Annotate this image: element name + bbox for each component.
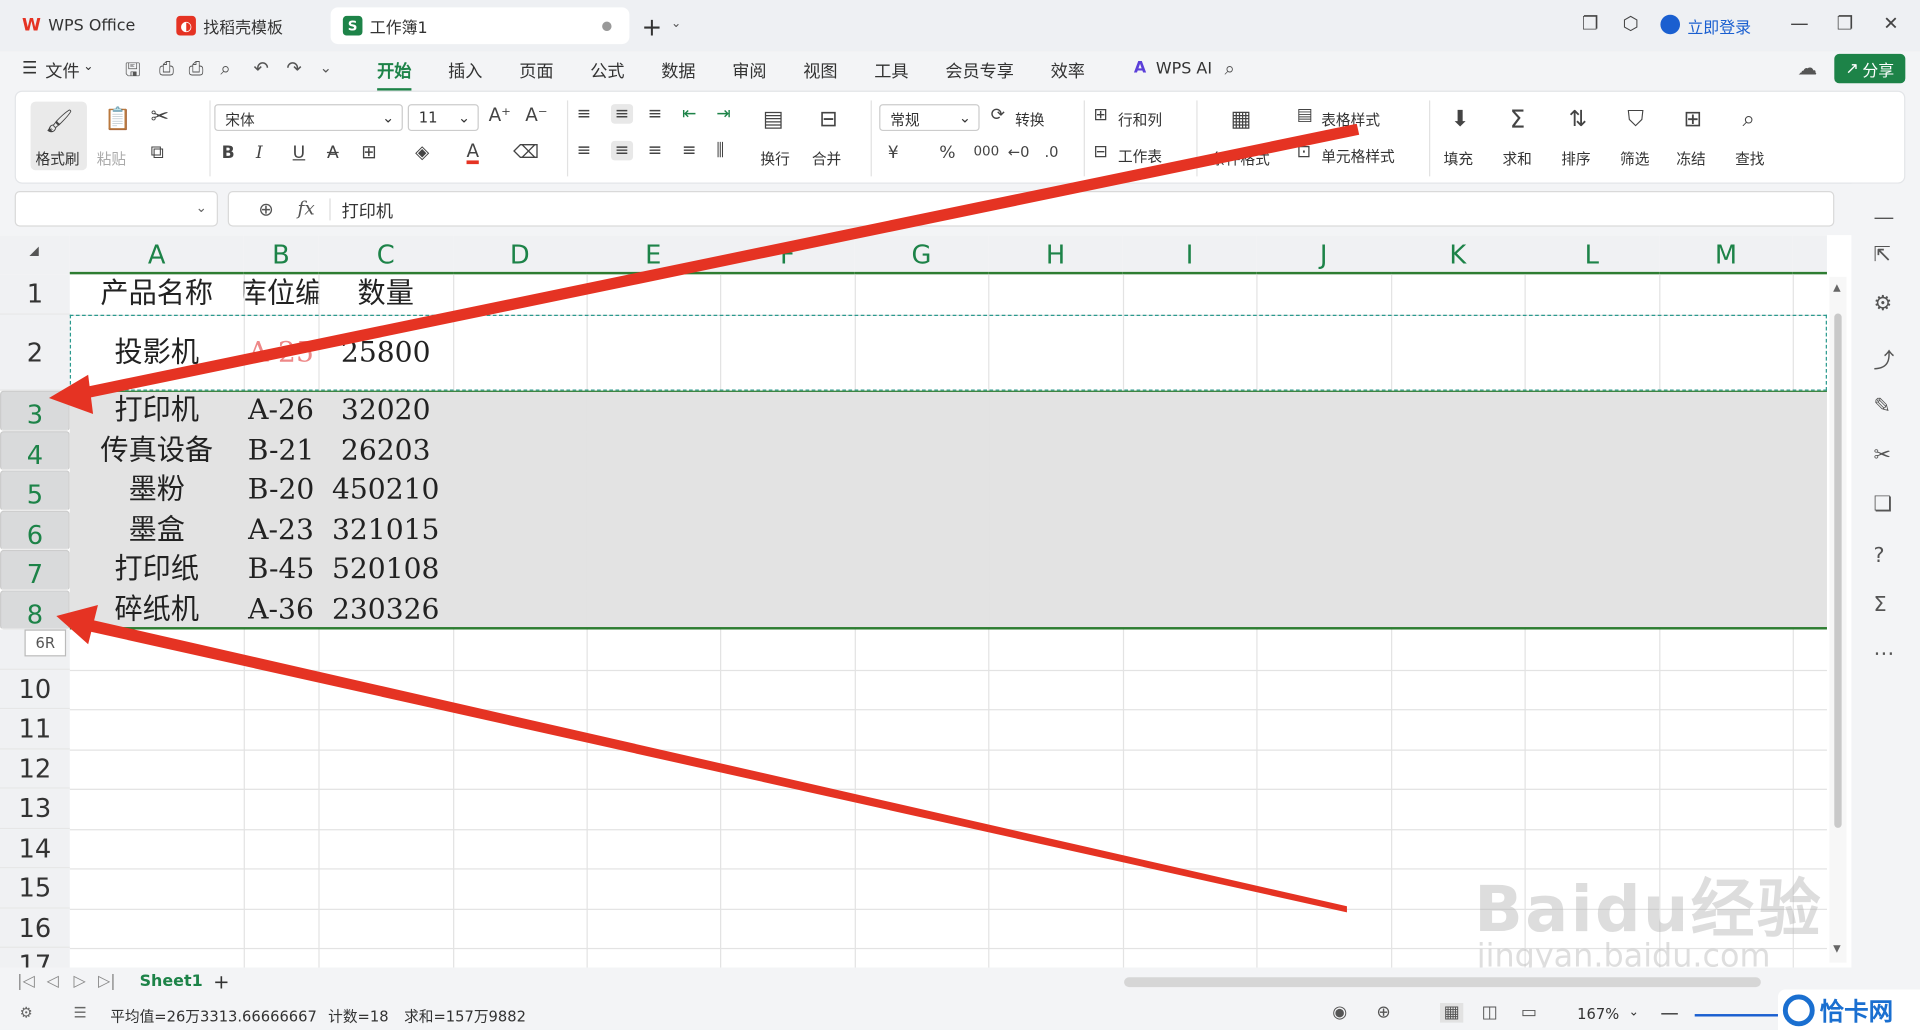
view-mode-icon[interactable]: ⊕ <box>1376 1003 1390 1023</box>
eye-protection-icon[interactable]: ◉ <box>1332 1003 1347 1023</box>
page-break-view-icon[interactable]: ◫ <box>1482 1003 1498 1023</box>
sheet-tab-sheet1[interactable]: Sheet1 <box>140 972 203 990</box>
status-bar: ⚙ ☰ 平均值=26万3313.66666667 计数=18 求和=157万98… <box>0 999 1920 1030</box>
zoom-level[interactable]: 167% <box>1577 1005 1619 1022</box>
baidu-watermark: Baidu经验 <box>1474 873 1824 947</box>
zoom-out-icon[interactable]: — <box>1660 1002 1678 1024</box>
status-sum[interactable]: 求和=157万9882 <box>404 1005 526 1026</box>
status-list-icon[interactable]: ☰ <box>73 1004 86 1021</box>
status-count[interactable]: 计数=18 <box>328 1005 388 1026</box>
zoom-slider[interactable] <box>1694 1014 1781 1017</box>
first-sheet-icon[interactable]: |◁ <box>17 972 35 990</box>
arrowhead-row-8 <box>56 605 98 645</box>
zoom-chevron-icon[interactable]: ⌄ <box>1629 1005 1639 1018</box>
status-average[interactable]: 平均值=26万3313.66666667 <box>110 1005 317 1026</box>
horizontal-scroll-thumb[interactable] <box>1124 977 1761 988</box>
arrow-to-row-3 <box>73 123 1360 401</box>
corner-watermark: 恰卡网 <box>1777 989 1920 1030</box>
last-sheet-icon[interactable]: ▷| <box>98 972 116 990</box>
prev-sheet-icon[interactable]: ◁ <box>47 972 59 990</box>
macro-icon[interactable]: ⚙ <box>20 1004 33 1021</box>
sheet-tabs-bar: |◁ ◁ ▷ ▷| Sheet1 + <box>0 967 1920 1000</box>
next-sheet-icon[interactable]: ▷ <box>73 972 85 990</box>
arrowhead-row-3 <box>48 374 94 414</box>
qiaka-logo-icon <box>1782 993 1815 1026</box>
normal-view-icon[interactable]: ▦ <box>1440 1003 1464 1023</box>
arrow-to-row-8 <box>80 618 1347 913</box>
corner-watermark-text: 恰卡网 <box>1819 996 1894 1027</box>
add-sheet-button[interactable]: + <box>213 970 229 993</box>
page-layout-view-icon[interactable]: ▭ <box>1521 1003 1537 1023</box>
